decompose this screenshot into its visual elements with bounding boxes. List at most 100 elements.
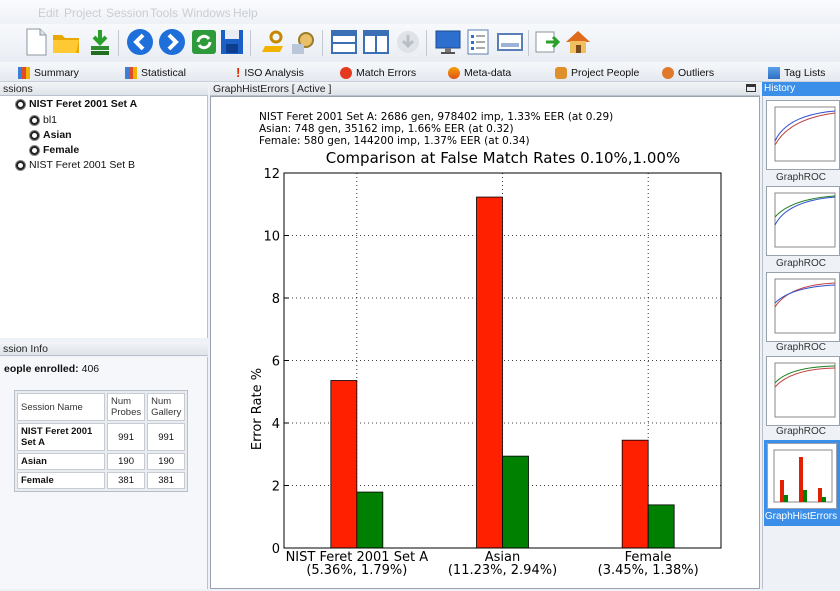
monitor-icon[interactable]	[432, 26, 464, 58]
tab-summary[interactable]: Summary	[18, 65, 79, 80]
session-info-header: ssion Info	[0, 342, 208, 356]
toolbar-separator	[118, 30, 119, 56]
error-rate-bar-chart: NIST Feret 2001 Set A: 2686 gen, 978402 …	[250, 111, 722, 578]
tree-item-nist-set-a[interactable]: NIST Feret 2001 Set A	[16, 98, 137, 110]
x-tick-sublabel: (11.23%, 2.94%)	[448, 563, 557, 578]
menu-edit[interactable]: Edit	[38, 6, 59, 20]
table-row[interactable]: NIST Feret 2001 Set A 991 991	[17, 423, 186, 451]
session-node-icon	[30, 115, 39, 125]
session-name-cell: Asian	[17, 453, 105, 470]
import-icon[interactable]	[84, 26, 116, 58]
tree-item-female[interactable]: Female	[30, 144, 79, 156]
num-gallery-cell: 991	[147, 423, 186, 451]
home-icon[interactable]	[562, 26, 594, 58]
history-thumbnail[interactable]	[766, 272, 840, 342]
download-icon[interactable]	[392, 26, 424, 58]
list-icon[interactable]	[462, 26, 494, 58]
session-node-icon	[16, 99, 25, 109]
y-axis-label: Error Rate %	[250, 368, 265, 450]
y-tick-label: 0	[272, 542, 280, 557]
people-icon	[555, 66, 567, 79]
tab-outliers[interactable]: Outliers	[662, 65, 714, 80]
column-header-num-gallery[interactable]: Num Gallery	[147, 393, 186, 421]
people-enrolled: eople enrolled: 406	[4, 363, 99, 375]
y-tick-label: 8	[272, 292, 280, 307]
history-item-label: GraphROC	[775, 172, 826, 183]
open-folder-icon[interactable]	[50, 26, 82, 58]
forward-icon[interactable]	[156, 26, 188, 58]
save-icon[interactable]	[216, 26, 248, 58]
y-tick-label: 12	[263, 167, 280, 182]
sessions-tree: NIST Feret 2001 Set A bl1 Asian Female N…	[0, 96, 208, 338]
menu-windows[interactable]: Windows	[182, 6, 231, 20]
roc-thumbnail-icon	[774, 362, 836, 418]
history-thumbnail[interactable]	[767, 443, 837, 509]
column-header-num-probes[interactable]: Num Probes	[107, 393, 146, 421]
x-tick-sublabel: (5.36%, 1.79%)	[306, 563, 407, 578]
table-row[interactable]: Asian 190 190	[17, 453, 186, 470]
table-row[interactable]: Female 381 381	[17, 472, 186, 489]
session-info-table: Session Name Num Probes Num Gallery NIST…	[14, 390, 189, 492]
bar	[502, 455, 529, 549]
layout-rows-icon[interactable]	[328, 26, 360, 58]
x-tick-sublabel: (3.45%, 1.38%)	[598, 563, 699, 578]
chart-annotation: NIST Feret 2001 Set A: 2686 gen, 978402 …	[259, 111, 613, 123]
session-node-icon	[30, 130, 39, 140]
y-tick-label: 10	[263, 230, 280, 245]
menu-help[interactable]: Help	[233, 6, 258, 20]
toolbar-separator	[322, 30, 323, 56]
session-info-title: ssion Info	[3, 343, 48, 355]
menu-tools[interactable]: Tools	[150, 6, 178, 20]
tree-item-bl1[interactable]: bl1	[30, 114, 57, 126]
toolbar-separator	[426, 30, 427, 56]
new-document-icon[interactable]	[20, 26, 52, 58]
sessions-panel-title: ssions	[3, 83, 33, 95]
people-enrolled-value: 406	[81, 363, 100, 375]
summary-chart-icon	[18, 66, 30, 79]
export-icon[interactable]	[532, 26, 564, 58]
bar	[476, 196, 503, 549]
chart-annotation: Asian: 748 gen, 35162 imp, 1.66% EER (at…	[259, 123, 514, 135]
maximize-icon[interactable]	[746, 84, 756, 92]
tab-tag-lists[interactable]: Tag Lists	[768, 65, 825, 80]
tree-item-nist-set-b[interactable]: NIST Feret 2001 Set B	[16, 159, 135, 171]
tree-item-asian[interactable]: Asian	[30, 129, 72, 141]
menu-bar: Edit Project Session Tools Windows Help	[0, 0, 840, 24]
back-icon[interactable]	[124, 26, 156, 58]
key-icon[interactable]	[256, 26, 288, 58]
metadata-icon	[448, 66, 460, 79]
graph-panel-title: GraphHistErrors [ Active ]	[213, 83, 332, 95]
toolbar-separator	[250, 30, 251, 56]
people-enrolled-label: eople enrolled:	[4, 363, 79, 375]
history-header: History	[762, 82, 840, 96]
num-probes-cell: 190	[107, 453, 146, 470]
tab-match-errors[interactable]: Match Errors	[340, 65, 416, 80]
window-icon[interactable]	[494, 26, 526, 58]
num-gallery-cell: 381	[147, 472, 186, 489]
layout-columns-icon[interactable]	[360, 26, 392, 58]
tab-iso-analysis[interactable]: ! ISO Analysis	[236, 65, 304, 80]
tab-statistical[interactable]: Statistical	[125, 65, 186, 80]
column-header-session-name[interactable]: Session Name	[17, 393, 105, 421]
settings-wizard-icon[interactable]	[288, 26, 320, 58]
graph-panel: NIST Feret 2001 Set A: 2686 gen, 978402 …	[210, 96, 760, 589]
history-thumbnail[interactable]	[766, 100, 840, 170]
chart-title: Comparison at False Match Rates 0.10%,1.…	[326, 149, 680, 167]
history-item-label: GraphROC	[775, 342, 826, 353]
menu-project[interactable]: Project	[64, 6, 101, 20]
history-thumbnail[interactable]	[766, 356, 840, 426]
tab-meta-data[interactable]: Meta-data	[448, 65, 511, 80]
num-probes-cell: 381	[107, 472, 146, 489]
menu-session[interactable]: Session	[106, 6, 149, 20]
tab-bar: Summary Statistical ! ISO Analysis Match…	[0, 62, 840, 82]
table-header-row: Session Name Num Probes Num Gallery	[17, 393, 186, 421]
exclamation-icon: !	[236, 65, 241, 80]
tab-project-people[interactable]: Project People	[555, 65, 639, 80]
toolbar	[0, 24, 840, 62]
history-thumbnail[interactable]	[766, 186, 840, 256]
error-circle-icon	[340, 66, 352, 79]
history-title: History	[764, 83, 796, 94]
sessions-panel-header: ssions	[0, 82, 208, 96]
y-tick-label: 6	[272, 355, 280, 370]
graph-panel-header: GraphHistErrors [ Active ]	[210, 82, 760, 96]
